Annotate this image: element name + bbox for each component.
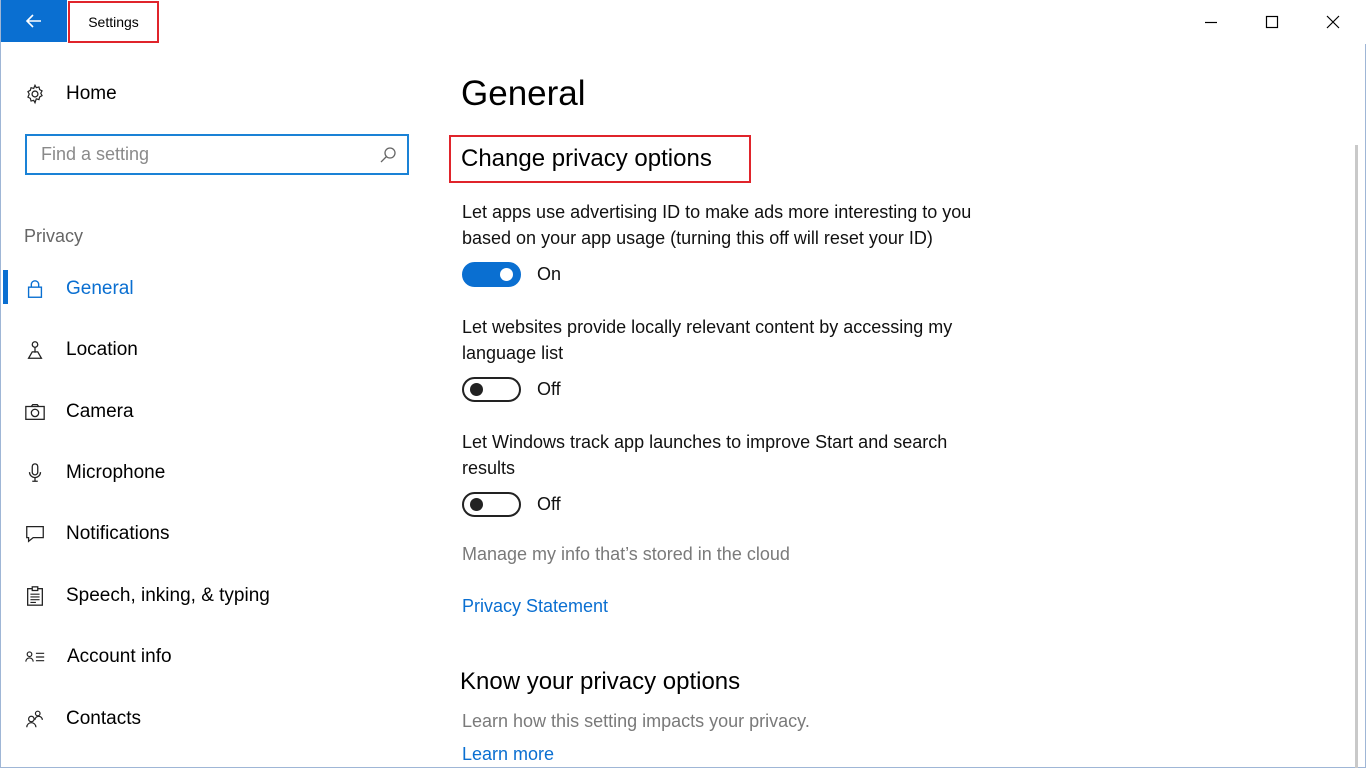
title-bar: Settings — [1, 0, 1366, 44]
camera-icon — [23, 400, 47, 424]
home-label: Home — [66, 83, 117, 104]
toggle-knob — [470, 382, 483, 396]
sidebar-item-label: General — [66, 278, 134, 299]
know-privacy-description: Learn how this setting impacts your priv… — [462, 711, 810, 731]
close-icon — [1326, 15, 1340, 29]
gear-icon — [23, 82, 47, 106]
main-content: General Change privacy options Let apps … — [431, 44, 1351, 768]
sidebar-item-location[interactable]: Location — [23, 335, 138, 365]
sidebar-item-microphone[interactable]: Microphone — [23, 458, 165, 488]
window-title: Settings — [68, 1, 159, 43]
sidebar-item-camera[interactable]: Camera — [23, 397, 134, 427]
account-info-icon — [23, 645, 47, 669]
toggle-knob — [470, 497, 483, 511]
minimize-button[interactable] — [1181, 0, 1241, 44]
sidebar-item-label: Account info — [67, 646, 172, 667]
microphone-icon — [23, 461, 47, 485]
cloud-info-link[interactable]: Manage my info that’s stored in the clou… — [462, 544, 790, 565]
sidebar-item-home[interactable]: Home — [23, 82, 117, 106]
location-icon — [23, 338, 47, 362]
maximize-button[interactable] — [1242, 0, 1302, 44]
notifications-icon — [23, 522, 47, 546]
app-launches-toggle[interactable] — [462, 491, 521, 517]
option-description-line: language list — [462, 343, 564, 363]
know-privacy-title: Know your privacy options — [460, 668, 741, 695]
advertising-id-toggle[interactable] — [462, 261, 521, 287]
sidebar-item-label: Camera — [66, 401, 134, 422]
toggle-row-language: Off — [462, 376, 561, 402]
option-description-line: Let Windows track app launches to improv… — [462, 432, 948, 452]
close-button[interactable] — [1303, 0, 1363, 44]
toggle-knob — [500, 267, 513, 281]
learn-more-link[interactable]: Learn more — [462, 744, 554, 765]
option-description-line: Let apps use advertising ID to make ads … — [462, 202, 972, 222]
scrollbar[interactable] — [1355, 145, 1358, 768]
sidebar-item-label: Notifications — [66, 523, 170, 544]
sidebar-item-notifications[interactable]: Notifications — [23, 519, 170, 549]
sidebar-item-label: Speech, inking, & typing — [66, 585, 270, 606]
contacts-icon — [23, 707, 47, 731]
clipboard-icon — [23, 584, 47, 608]
active-indicator — [3, 270, 8, 304]
sidebar-item-speech[interactable]: Speech, inking, & typing — [23, 581, 270, 611]
sidebar-item-general[interactable]: General — [23, 274, 134, 304]
maximize-icon — [1265, 15, 1279, 29]
option-description-language: Let websites provide locally relevant co… — [462, 314, 1062, 366]
toggle-state-label: Off — [537, 378, 561, 399]
sidebar-item-label: Location — [66, 339, 138, 360]
option-description-line: results — [462, 458, 516, 478]
option-description-line: based on your app usage (turning this of… — [462, 228, 933, 248]
sidebar: Home Privacy General Location Camera — [1, 44, 431, 768]
search-box[interactable] — [25, 134, 409, 175]
toggle-state-label: Off — [537, 493, 561, 514]
back-arrow-icon — [25, 14, 41, 28]
search-icon[interactable] — [379, 146, 397, 164]
settings-window: Settings Home Privacy General — [0, 0, 1366, 768]
sidebar-item-label: Contacts — [66, 708, 141, 729]
option-description-advertising: Let apps use advertising ID to make ads … — [462, 199, 1062, 251]
lock-icon — [23, 277, 47, 301]
privacy-statement-link[interactable]: Privacy Statement — [462, 596, 608, 617]
back-button[interactable] — [1, 0, 67, 42]
sidebar-item-account-info[interactable]: Account info — [23, 642, 172, 672]
section-title: Change privacy options — [449, 135, 751, 183]
sidebar-item-label: Microphone — [66, 462, 166, 483]
search-input[interactable] — [41, 144, 371, 165]
toggle-row-advertising: On — [462, 261, 561, 287]
option-description-app-launches: Let Windows track app launches to improv… — [462, 429, 1062, 481]
sidebar-item-contacts[interactable]: Contacts — [23, 704, 141, 734]
page-title: General — [461, 74, 586, 113]
option-description-line: Let websites provide locally relevant co… — [462, 317, 953, 337]
language-list-toggle[interactable] — [462, 376, 521, 402]
privacy-section-label: Privacy — [24, 226, 84, 246]
minimize-icon — [1205, 21, 1217, 24]
toggle-state-label: On — [537, 263, 562, 284]
toggle-row-app-launches: Off — [462, 491, 561, 517]
